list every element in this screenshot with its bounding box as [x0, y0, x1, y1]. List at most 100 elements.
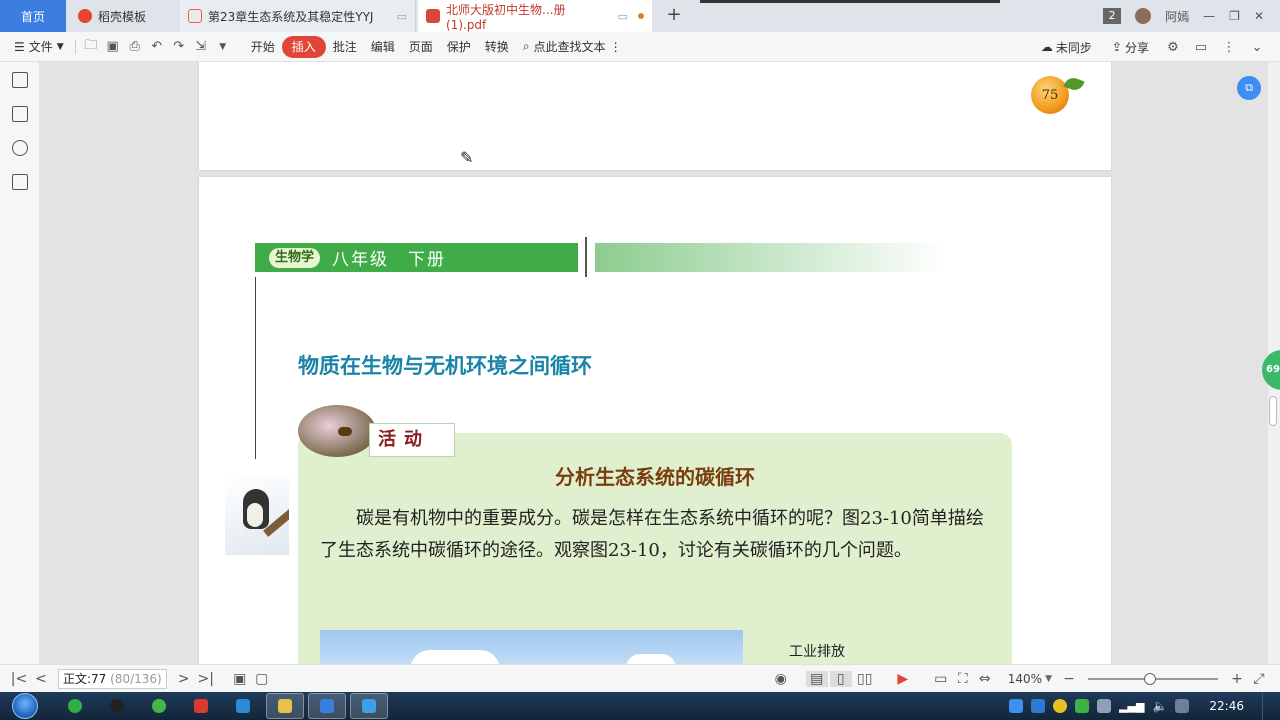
export-icon[interactable]: ⇲ — [190, 36, 212, 58]
tab-ppt-document[interactable]: 第23章生态系统及其稳定性YYJ ▭ — [180, 0, 416, 32]
menu-start[interactable]: 开始 — [244, 36, 282, 58]
prev-page-icon[interactable]: < — [30, 671, 52, 687]
menu-edit[interactable]: 编辑 — [364, 36, 402, 58]
sync-button[interactable]: ☁ 未同步 — [1034, 36, 1099, 58]
bee-icon — [338, 427, 352, 436]
tray-shield-green-icon[interactable] — [1075, 699, 1090, 713]
activity-label: 活动 — [369, 423, 455, 457]
vertical-scrollbar-thumb[interactable] — [1269, 396, 1277, 426]
fullscreen-icon[interactable]: ⤢ — [1248, 671, 1270, 687]
outline-icon[interactable] — [12, 72, 28, 88]
zoom-level[interactable]: 140% — [1008, 672, 1042, 686]
windows-start-icon[interactable] — [12, 693, 38, 719]
continuous-view-icon[interactable]: ▯ — [829, 670, 852, 687]
menu-page[interactable]: 页面 — [402, 36, 440, 58]
page-thumbnail-icon[interactable]: ▣ — [229, 671, 251, 687]
taskbar-qq[interactable] — [98, 693, 136, 719]
subject-logo: 生物学 — [269, 247, 321, 268]
taskbar-360[interactable] — [140, 693, 178, 719]
fit-page-icon[interactable]: ⛶ — [952, 671, 974, 687]
gear-icon[interactable]: ⚙ — [1162, 36, 1184, 58]
open-folder-icon[interactable]: 🗀 — [80, 36, 102, 58]
page-number: 75 — [1041, 87, 1059, 103]
new-tab-button[interactable]: + — [664, 5, 684, 25]
header-divider — [585, 237, 587, 277]
share-button[interactable]: ⇪ 分享 — [1105, 36, 1156, 58]
ai-assistant-icon[interactable]: ⧉ — [1237, 76, 1261, 100]
tab-home[interactable]: 首页 — [0, 0, 66, 32]
unsaved-dot — [638, 13, 645, 19]
document-viewport[interactable]: 75 生物学 八年级 下册 物质在生物与无机环境之间循环 分析生态系统的碳循环 … — [40, 62, 1268, 664]
taskbar-clock[interactable]: 22:46 — [1209, 699, 1244, 713]
tray-cube-icon[interactable] — [1009, 699, 1024, 713]
sync-label: 未同步 — [1055, 40, 1092, 55]
window-count-badge[interactable]: 2 — [1103, 8, 1122, 24]
taskbar-explorer[interactable] — [266, 693, 304, 719]
user-name[interactable]: 阿嫣 — [1165, 8, 1189, 25]
zoom-slider[interactable] — [1088, 672, 1218, 685]
user-avatar[interactable] — [1135, 8, 1152, 24]
system-tray: ▂▄▆ 🔈 22:46 — [1009, 692, 1270, 720]
zoom-in-icon[interactable]: + — [1226, 671, 1248, 687]
window-controls: 2 阿嫣 — ❐ ✕ — [1103, 0, 1280, 32]
tray-plus-icon[interactable] — [1053, 699, 1068, 713]
page-number-orange: 75 — [1031, 75, 1085, 114]
menu-protect[interactable]: 保护 — [440, 36, 478, 58]
tray-shield-blue-icon[interactable] — [1031, 699, 1046, 713]
minimize-icon[interactable]: — — [1203, 9, 1215, 23]
file-menu[interactable]: ☰ 文件 ▼ — [0, 36, 71, 58]
tab-pdf-document[interactable]: 北师大版初中生物...册(1).pdf ▭ — [418, 0, 652, 32]
menu-insert[interactable]: 插入 — [281, 35, 326, 58]
first-page-icon[interactable]: |< — [8, 671, 30, 687]
tray-monitor-icon[interactable] — [1175, 699, 1190, 713]
taskbar-mail[interactable] — [182, 693, 220, 719]
feather-icon — [236, 699, 250, 713]
section-heading: 物质在生物与无机环境之间循环 — [298, 354, 592, 378]
save-icon[interactable]: ▣ — [102, 36, 124, 58]
fit-width-icon[interactable]: ⇔ — [974, 671, 996, 687]
signature-icon[interactable] — [12, 174, 28, 190]
taskbar-wechat[interactable] — [56, 693, 94, 719]
image-icon[interactable] — [12, 106, 28, 122]
taskbar-wps[interactable] — [308, 693, 346, 719]
comment-icon[interactable]: ▭ — [1190, 36, 1212, 58]
play-slideshow-icon[interactable]: ▶ — [892, 671, 914, 687]
search-text-box[interactable]: ⌕ 点此查找文本 ⋮ — [516, 36, 629, 58]
chevron-down-icon[interactable]: ⌄ — [1246, 36, 1268, 58]
page-export-icon[interactable]: ▢ — [251, 671, 273, 687]
network-icon[interactable]: ▂▄▆ — [1119, 700, 1144, 713]
show-desktop-button[interactable] — [1262, 692, 1270, 720]
chevron-down-icon[interactable]: ▼ — [1045, 674, 1052, 684]
ppt-icon — [188, 9, 202, 23]
more-vertical-icon[interactable]: ⋮ — [1218, 36, 1240, 58]
file-menu-label: 文件 — [28, 40, 53, 54]
annotation-pen-icon[interactable] — [12, 140, 28, 156]
tray-flag-icon[interactable] — [1097, 699, 1112, 713]
eye-protection-icon[interactable]: ◉ — [770, 671, 792, 687]
dual-page-view-icon[interactable]: ▯▯ — [854, 671, 876, 687]
print-icon[interactable]: ⎙ — [124, 36, 146, 58]
more-vertical-icon: ⋮ — [609, 39, 622, 54]
zoom-out-icon[interactable]: − — [1058, 671, 1080, 687]
single-page-view-icon[interactable]: ▤ — [805, 670, 828, 687]
chevron-down-icon: ▼ — [56, 41, 64, 52]
left-sidebar — [0, 62, 40, 664]
taskbar-feather[interactable] — [224, 693, 262, 719]
restore-icon[interactable]: ❐ — [1229, 9, 1240, 23]
taskbar-app[interactable] — [350, 693, 388, 719]
tab-pin-icon[interactable]: ▭ — [397, 10, 407, 23]
tab-docer-templates[interactable]: 稻壳模板 — [70, 0, 176, 32]
menu-comment[interactable]: 批注 — [326, 36, 364, 58]
last-page-icon[interactable]: >| — [195, 671, 217, 687]
next-page-icon[interactable]: > — [173, 671, 195, 687]
zoom-slider-handle[interactable] — [1144, 672, 1157, 685]
page-indicator[interactable]: 正文:77 (80/136) — [58, 668, 167, 689]
menu-convert[interactable]: 转换 — [478, 36, 516, 58]
actual-size-icon[interactable]: ▭ — [930, 671, 952, 687]
more-chevron-icon[interactable]: ▼ — [212, 36, 234, 58]
close-icon[interactable]: ✕ — [1254, 9, 1264, 23]
undo-icon[interactable]: ↶ — [146, 36, 168, 58]
redo-icon[interactable]: ↷ — [168, 36, 190, 58]
tab-pin-icon[interactable]: ▭ — [618, 10, 628, 23]
volume-icon[interactable]: 🔈 — [1152, 699, 1167, 713]
